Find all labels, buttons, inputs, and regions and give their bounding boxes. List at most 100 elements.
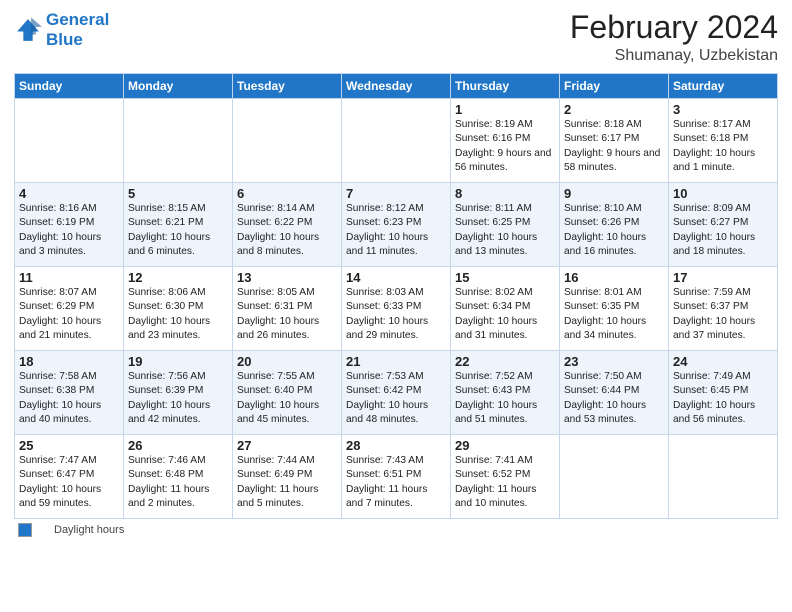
- day-info: Sunrise: 7:59 AM Sunset: 6:37 PM Dayligh…: [673, 286, 773, 343]
- day-info: Sunrise: 8:17 AM Sunset: 6:18 PM Dayligh…: [673, 118, 773, 175]
- calendar-cell: 6Sunrise: 8:14 AM Sunset: 6:22 PM Daylig…: [233, 183, 342, 267]
- week-row-1: 4Sunrise: 8:16 AM Sunset: 6:19 PM Daylig…: [15, 183, 778, 267]
- day-info: Sunrise: 8:06 AM Sunset: 6:30 PM Dayligh…: [128, 286, 228, 343]
- calendar-cell: 1Sunrise: 8:19 AM Sunset: 6:16 PM Daylig…: [451, 99, 560, 183]
- calendar-cell: 4Sunrise: 8:16 AM Sunset: 6:19 PM Daylig…: [15, 183, 124, 267]
- col-header-thursday: Thursday: [451, 74, 560, 99]
- calendar-cell: 2Sunrise: 8:18 AM Sunset: 6:17 PM Daylig…: [560, 99, 669, 183]
- day-number: 13: [237, 270, 337, 285]
- week-row-0: 1Sunrise: 8:19 AM Sunset: 6:16 PM Daylig…: [15, 99, 778, 183]
- day-info: Sunrise: 8:18 AM Sunset: 6:17 PM Dayligh…: [564, 118, 664, 175]
- col-header-sunday: Sunday: [15, 74, 124, 99]
- calendar-cell: 11Sunrise: 8:07 AM Sunset: 6:29 PM Dayli…: [15, 267, 124, 351]
- calendar-cell: 28Sunrise: 7:43 AM Sunset: 6:51 PM Dayli…: [342, 435, 451, 519]
- calendar-cell: 10Sunrise: 8:09 AM Sunset: 6:27 PM Dayli…: [669, 183, 778, 267]
- day-number: 9: [564, 186, 664, 201]
- logo-text: General Blue: [46, 10, 109, 49]
- header-row: SundayMondayTuesdayWednesdayThursdayFrid…: [15, 74, 778, 99]
- day-number: 12: [128, 270, 228, 285]
- day-number: 3: [673, 102, 773, 117]
- main-container: General Blue February 2024 Shumanay, Uzb…: [0, 0, 792, 543]
- day-info: Sunrise: 7:56 AM Sunset: 6:39 PM Dayligh…: [128, 370, 228, 427]
- day-info: Sunrise: 8:14 AM Sunset: 6:22 PM Dayligh…: [237, 202, 337, 259]
- week-row-2: 11Sunrise: 8:07 AM Sunset: 6:29 PM Dayli…: [15, 267, 778, 351]
- day-number: 10: [673, 186, 773, 201]
- day-number: 24: [673, 354, 773, 369]
- day-number: 4: [19, 186, 119, 201]
- day-info: Sunrise: 7:44 AM Sunset: 6:49 PM Dayligh…: [237, 454, 337, 511]
- day-info: Sunrise: 7:41 AM Sunset: 6:52 PM Dayligh…: [455, 454, 555, 511]
- footer: Daylight hours: [14, 519, 778, 537]
- week-row-3: 18Sunrise: 7:58 AM Sunset: 6:38 PM Dayli…: [15, 351, 778, 435]
- calendar-cell: 14Sunrise: 8:03 AM Sunset: 6:33 PM Dayli…: [342, 267, 451, 351]
- day-info: Sunrise: 7:55 AM Sunset: 6:40 PM Dayligh…: [237, 370, 337, 427]
- day-info: Sunrise: 8:15 AM Sunset: 6:21 PM Dayligh…: [128, 202, 228, 259]
- calendar-cell: 15Sunrise: 8:02 AM Sunset: 6:34 PM Dayli…: [451, 267, 560, 351]
- day-number: 21: [346, 354, 446, 369]
- day-info: Sunrise: 7:53 AM Sunset: 6:42 PM Dayligh…: [346, 370, 446, 427]
- calendar-cell: [233, 99, 342, 183]
- day-info: Sunrise: 8:10 AM Sunset: 6:26 PM Dayligh…: [564, 202, 664, 259]
- day-info: Sunrise: 7:46 AM Sunset: 6:48 PM Dayligh…: [128, 454, 228, 511]
- col-header-saturday: Saturday: [669, 74, 778, 99]
- logo: General Blue: [14, 10, 109, 49]
- day-number: 11: [19, 270, 119, 285]
- daylight-swatch: [18, 523, 32, 537]
- calendar-cell: 7Sunrise: 8:12 AM Sunset: 6:23 PM Daylig…: [342, 183, 451, 267]
- col-header-monday: Monday: [124, 74, 233, 99]
- calendar-cell: 16Sunrise: 8:01 AM Sunset: 6:35 PM Dayli…: [560, 267, 669, 351]
- day-info: Sunrise: 8:09 AM Sunset: 6:27 PM Dayligh…: [673, 202, 773, 259]
- day-info: Sunrise: 7:50 AM Sunset: 6:44 PM Dayligh…: [564, 370, 664, 427]
- day-info: Sunrise: 7:47 AM Sunset: 6:47 PM Dayligh…: [19, 454, 119, 511]
- calendar-cell: 29Sunrise: 7:41 AM Sunset: 6:52 PM Dayli…: [451, 435, 560, 519]
- day-number: 19: [128, 354, 228, 369]
- calendar-cell: 22Sunrise: 7:52 AM Sunset: 6:43 PM Dayli…: [451, 351, 560, 435]
- logo-icon: [14, 16, 42, 44]
- calendar-cell: 17Sunrise: 7:59 AM Sunset: 6:37 PM Dayli…: [669, 267, 778, 351]
- day-info: Sunrise: 7:49 AM Sunset: 6:45 PM Dayligh…: [673, 370, 773, 427]
- calendar-cell: 26Sunrise: 7:46 AM Sunset: 6:48 PM Dayli…: [124, 435, 233, 519]
- day-number: 20: [237, 354, 337, 369]
- day-info: Sunrise: 7:58 AM Sunset: 6:38 PM Dayligh…: [19, 370, 119, 427]
- day-info: Sunrise: 8:07 AM Sunset: 6:29 PM Dayligh…: [19, 286, 119, 343]
- header: General Blue February 2024 Shumanay, Uzb…: [14, 10, 778, 65]
- calendar-cell: [669, 435, 778, 519]
- day-number: 28: [346, 438, 446, 453]
- calendar-cell: 8Sunrise: 8:11 AM Sunset: 6:25 PM Daylig…: [451, 183, 560, 267]
- day-number: 22: [455, 354, 555, 369]
- day-number: 6: [237, 186, 337, 201]
- day-info: Sunrise: 8:19 AM Sunset: 6:16 PM Dayligh…: [455, 118, 555, 175]
- col-header-tuesday: Tuesday: [233, 74, 342, 99]
- day-info: Sunrise: 8:16 AM Sunset: 6:19 PM Dayligh…: [19, 202, 119, 259]
- calendar-cell: 3Sunrise: 8:17 AM Sunset: 6:18 PM Daylig…: [669, 99, 778, 183]
- col-header-wednesday: Wednesday: [342, 74, 451, 99]
- calendar-cell: [124, 99, 233, 183]
- week-row-4: 25Sunrise: 7:47 AM Sunset: 6:47 PM Dayli…: [15, 435, 778, 519]
- day-number: 17: [673, 270, 773, 285]
- day-number: 25: [19, 438, 119, 453]
- calendar-cell: 21Sunrise: 7:53 AM Sunset: 6:42 PM Dayli…: [342, 351, 451, 435]
- calendar-cell: [560, 435, 669, 519]
- day-number: 7: [346, 186, 446, 201]
- day-number: 18: [19, 354, 119, 369]
- main-title: February 2024: [570, 10, 778, 45]
- day-number: 5: [128, 186, 228, 201]
- calendar-cell: 24Sunrise: 7:49 AM Sunset: 6:45 PM Dayli…: [669, 351, 778, 435]
- day-info: Sunrise: 8:01 AM Sunset: 6:35 PM Dayligh…: [564, 286, 664, 343]
- calendar-cell: 19Sunrise: 7:56 AM Sunset: 6:39 PM Dayli…: [124, 351, 233, 435]
- day-number: 16: [564, 270, 664, 285]
- day-info: Sunrise: 8:03 AM Sunset: 6:33 PM Dayligh…: [346, 286, 446, 343]
- day-info: Sunrise: 7:43 AM Sunset: 6:51 PM Dayligh…: [346, 454, 446, 511]
- day-number: 8: [455, 186, 555, 201]
- day-info: Sunrise: 8:11 AM Sunset: 6:25 PM Dayligh…: [455, 202, 555, 259]
- day-number: 2: [564, 102, 664, 117]
- day-number: 29: [455, 438, 555, 453]
- col-header-friday: Friday: [560, 74, 669, 99]
- calendar-table: SundayMondayTuesdayWednesdayThursdayFrid…: [14, 73, 778, 519]
- daylight-label: Daylight hours: [54, 524, 124, 536]
- day-number: 23: [564, 354, 664, 369]
- day-number: 27: [237, 438, 337, 453]
- calendar-cell: 5Sunrise: 8:15 AM Sunset: 6:21 PM Daylig…: [124, 183, 233, 267]
- day-number: 15: [455, 270, 555, 285]
- calendar-cell: 18Sunrise: 7:58 AM Sunset: 6:38 PM Dayli…: [15, 351, 124, 435]
